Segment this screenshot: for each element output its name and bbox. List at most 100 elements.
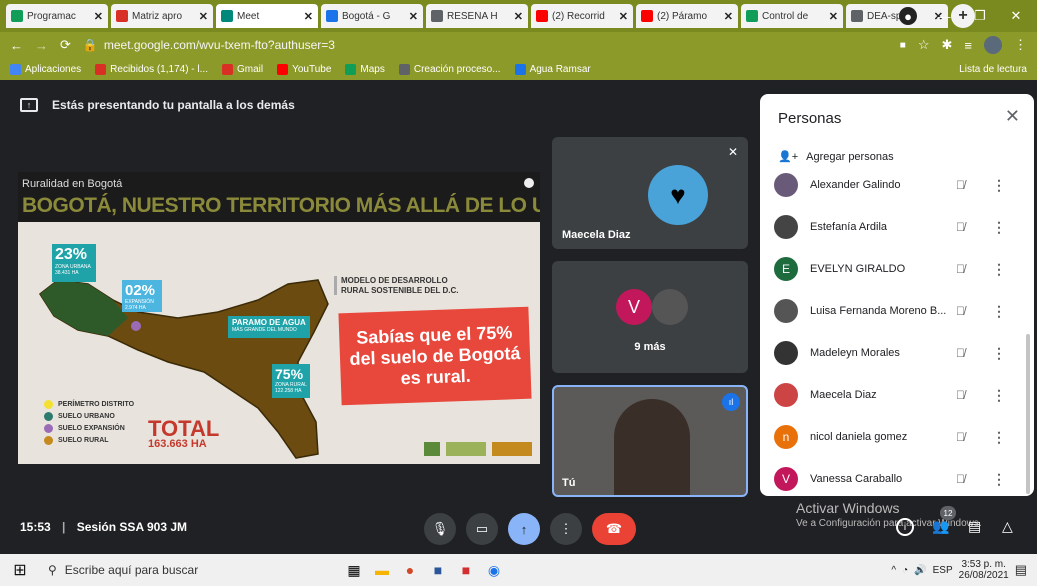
- tab-close-icon[interactable]: ✕: [409, 10, 418, 23]
- forward-icon[interactable]: →: [35, 38, 48, 53]
- participant-avatar: n: [774, 425, 798, 449]
- people-icon[interactable]: 👥: [932, 518, 949, 535]
- notification-icon[interactable]: ▤: [1015, 562, 1027, 578]
- participant-row[interactable]: Madeleyn Morales 🎙̸ ⋮: [760, 332, 1026, 374]
- browser-tab[interactable]: RESEÑA H ✕: [426, 4, 528, 28]
- self-view-tile[interactable]: ıl Tú: [552, 385, 748, 497]
- word-icon[interactable]: ■: [424, 562, 452, 578]
- chat-icon[interactable]: ▤: [968, 518, 981, 535]
- network-icon[interactable]: ◔: [902, 565, 908, 576]
- tray-up-icon[interactable]: ^: [891, 565, 896, 576]
- browser-tab[interactable]: Control de ✕: [741, 4, 843, 28]
- self-name: Tú: [562, 477, 576, 489]
- tab-close-icon[interactable]: ✕: [724, 10, 733, 23]
- tab-close-icon[interactable]: ✕: [619, 10, 628, 23]
- browser-tab[interactable]: Matriz apro ✕: [111, 4, 213, 28]
- more-options-icon[interactable]: ⋮: [992, 303, 1006, 320]
- participant-avatar: [774, 341, 798, 365]
- start-icon[interactable]: ⊞: [0, 560, 40, 580]
- more-options-icon[interactable]: ⋮: [992, 471, 1006, 488]
- bookmark-item[interactable]: Maps: [345, 63, 385, 75]
- minimize-button[interactable]: —: [929, 5, 959, 27]
- more-count: 9 más: [634, 341, 666, 353]
- tab-close-icon[interactable]: ✕: [304, 10, 313, 23]
- close-window-button[interactable]: ✕: [1001, 5, 1031, 27]
- profile-icon[interactable]: ●: [899, 7, 917, 25]
- task-view-icon[interactable]: ▦: [340, 562, 368, 579]
- fact-box: Sabías que el 75% del suelo de Bogotá es…: [338, 306, 532, 406]
- more-options-icon[interactable]: ⋮: [992, 261, 1006, 278]
- playlist-icon[interactable]: ≡: [964, 38, 972, 53]
- end-call-button[interactable]: ☎: [592, 513, 636, 545]
- bookmark-item[interactable]: Agua Ramsar: [514, 63, 591, 75]
- browser-tab[interactable]: (2) Recorrid ✕: [531, 4, 633, 28]
- extensions-icon[interactable]: ✱: [942, 37, 953, 53]
- participant-row[interactable]: V Vanessa Caraballo 🎙̸ ⋮: [760, 458, 1026, 496]
- bookmark-item[interactable]: Gmail: [221, 63, 263, 75]
- participant-tile-more[interactable]: V 9 más: [552, 261, 748, 373]
- camera-icon[interactable]: ■: [900, 40, 906, 51]
- volume-icon[interactable]: 🔊: [914, 565, 926, 576]
- clock[interactable]: 3:53 p. m. 26/08/2021: [959, 559, 1009, 581]
- logo-icon: [492, 442, 532, 456]
- camera-button[interactable]: ▭: [466, 513, 498, 545]
- participant-name: Alexander Galindo: [810, 179, 901, 191]
- browser-tab[interactable]: Meet ✕: [216, 4, 318, 28]
- participant-row[interactable]: Maecela Diaz 🎙̸ ⋮: [760, 374, 1026, 416]
- reload-icon[interactable]: ⟳: [60, 37, 71, 53]
- urban-ha: 38.431 HA: [55, 270, 79, 276]
- participant-avatar: ♥: [648, 165, 708, 225]
- tab-close-icon[interactable]: ✕: [514, 10, 523, 23]
- legend-item: SUELO URBANO: [44, 412, 134, 421]
- more-options-icon[interactable]: ⋮: [992, 177, 1006, 194]
- browser-tab[interactable]: (2) Páramo ✕: [636, 4, 738, 28]
- participant-row[interactable]: Alexander Galindo 🎙̸ ⋮: [760, 172, 1026, 206]
- tab-close-icon[interactable]: ✕: [199, 10, 208, 23]
- maximize-button[interactable]: ❐: [965, 5, 995, 27]
- participant-tile-1[interactable]: ✕ ♥ Maecela Diaz: [552, 137, 748, 249]
- add-people-button[interactable]: 👤+ Agregar personas: [778, 150, 894, 164]
- chrome-icon[interactable]: ◉: [480, 562, 508, 579]
- lang-label[interactable]: ESP: [933, 565, 953, 576]
- tab-close-icon[interactable]: ✕: [829, 10, 838, 23]
- mic-button[interactable]: 🎙: [424, 513, 456, 545]
- tab-close-icon[interactable]: ✕: [94, 10, 103, 23]
- bookmark-item[interactable]: Creación proceso...: [398, 63, 501, 75]
- reading-list-button[interactable]: Lista de lectura: [959, 64, 1027, 75]
- participant-count-badge: 12: [940, 506, 956, 520]
- presenting-banner: ↑ Estás presentando tu pantalla a los de…: [20, 98, 295, 112]
- participant-name: Estefanía Ardila: [810, 221, 888, 233]
- powerpoint-icon[interactable]: ●: [396, 562, 424, 578]
- account-avatar[interactable]: [984, 36, 1002, 54]
- browser-tab[interactable]: Bogotá - G ✕: [321, 4, 423, 28]
- bookmark-item[interactable]: YouTube: [277, 63, 331, 75]
- acrobat-icon[interactable]: ■: [452, 562, 480, 578]
- taskbar-search[interactable]: ⚲ Escribe aquí para buscar: [40, 556, 340, 584]
- more-options-button[interactable]: ⋮: [550, 513, 582, 545]
- lock-icon: 🔒: [82, 38, 98, 52]
- bookmark-item[interactable]: Recibidos (1,174) - l...: [95, 63, 208, 75]
- participant-row[interactable]: Luisa Fernanda Moreno B... 🎙̸ ⋮: [760, 290, 1026, 332]
- more-options-icon[interactable]: ⋮: [992, 219, 1006, 236]
- bookmark-item[interactable]: Aplicaciones: [10, 63, 81, 75]
- participant-name: Luisa Fernanda Moreno B...: [810, 305, 947, 317]
- participant-row[interactable]: Estefanía Ardila 🎙̸ ⋮: [760, 206, 1026, 248]
- browser-tab[interactable]: Programac ✕: [6, 4, 108, 28]
- people-scrollbar[interactable]: [1026, 334, 1030, 494]
- more-options-icon[interactable]: ⋮: [992, 429, 1006, 446]
- participant-row[interactable]: E EVELYN GIRALDO 🎙̸ ⋮: [760, 248, 1026, 290]
- url-field[interactable]: 🔒 meet.google.com/wvu-txem-fto?authuser=…: [83, 35, 888, 55]
- more-options-icon[interactable]: ⋮: [992, 345, 1006, 362]
- bookmark-star-icon[interactable]: ☆: [918, 37, 930, 53]
- people-list: Alexander Galindo 🎙̸ ⋮ Estefanía Ardila 🎙̸ ⋮ E…: [760, 172, 1034, 496]
- menu-icon[interactable]: ⋮: [1014, 37, 1027, 53]
- back-icon[interactable]: ←: [10, 38, 23, 53]
- more-options-icon[interactable]: ⋮: [992, 387, 1006, 404]
- meeting-details-icon[interactable]: i: [896, 518, 914, 536]
- participant-row[interactable]: n nicol daniela gomez 🎙̸ ⋮: [760, 416, 1026, 458]
- file-explorer-icon[interactable]: ▬: [368, 562, 396, 578]
- mic-off-icon: ✕: [727, 145, 738, 159]
- activities-icon[interactable]: △: [1002, 518, 1013, 535]
- close-icon[interactable]: ✕: [1005, 106, 1020, 127]
- present-button[interactable]: ↑: [508, 513, 540, 545]
